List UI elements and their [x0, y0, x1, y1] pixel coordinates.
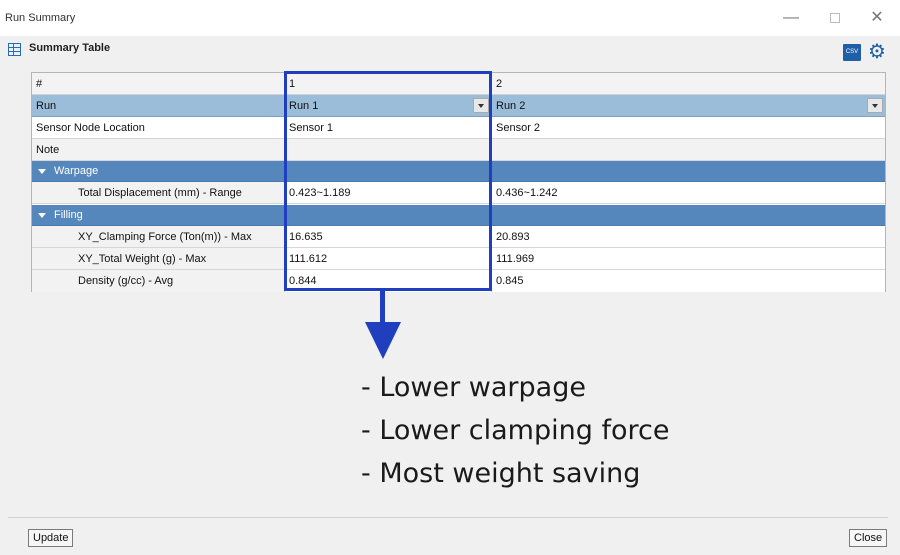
down-arrow-icon: [365, 322, 401, 359]
collapse-triangle-icon: [38, 212, 46, 218]
sensor-cell-2[interactable]: Sensor 2: [492, 117, 885, 138]
row-label: XY_Total Weight (g) - Max: [32, 248, 285, 269]
window-close-button[interactable]: ✕: [868, 9, 886, 27]
table-row: Density (g/cc) - Avg 0.844 0.845: [32, 270, 885, 292]
annotation-bullets: - Lower warpage - Lower clamping force -…: [361, 370, 669, 499]
note-cell-1[interactable]: [285, 139, 492, 160]
minimize-button[interactable]: —: [782, 9, 800, 27]
run-select-2[interactable]: Run 2: [492, 95, 885, 116]
run-select-2-value: Run 2: [496, 99, 526, 112]
row-label: Density (g/cc) - Avg: [32, 270, 285, 292]
sensor-row-label: Sensor Node Location: [32, 117, 285, 138]
table-icon: [8, 43, 21, 56]
sensor-row: Sensor Node Location Sensor 1 Sensor 2: [32, 117, 885, 139]
summary-table-title: Summary Table: [29, 42, 111, 54]
note-row-label: Note: [32, 139, 285, 160]
bullet-item: - Lower warpage: [361, 372, 586, 403]
table-row: XY_Total Weight (g) - Max 111.612 111.96…: [32, 248, 885, 270]
bullet-item: - Lower clamping force: [361, 415, 670, 446]
header-label: #: [32, 73, 285, 94]
group-row-filling[interactable]: Filling: [32, 205, 885, 226]
value-cell-2[interactable]: 20.893: [492, 226, 885, 247]
bullet-item: - Most weight saving: [361, 458, 641, 489]
row-label: XY_Clamping Force (Ton(m)) - Max: [32, 226, 285, 247]
maximize-icon: [830, 13, 840, 23]
window-title: Run Summary: [5, 12, 76, 24]
value-cell-1[interactable]: 16.635: [285, 226, 492, 247]
run-select-1-value: Run 1: [289, 99, 319, 112]
chevron-down-icon[interactable]: [473, 98, 489, 113]
table-row: Total Displacement (mm) - Range 0.423~1.…: [32, 182, 885, 204]
run-row-label: Run: [32, 95, 285, 116]
value-cell-2[interactable]: 0.845: [492, 270, 885, 292]
gear-icon[interactable]: ⚙: [867, 42, 887, 62]
sensor-cell-1[interactable]: Sensor 1: [285, 117, 492, 138]
maximize-button[interactable]: [826, 9, 844, 27]
title-bar: Run Summary — ✕: [0, 0, 900, 36]
update-button[interactable]: Update: [28, 529, 74, 547]
run-row: Run Run 1 Run 2: [32, 95, 885, 117]
row-label: Total Displacement (mm) - Range: [32, 182, 285, 203]
group-toggle-warpage[interactable]: Warpage: [38, 161, 98, 181]
value-cell-1[interactable]: 0.423~1.189: [285, 182, 492, 203]
note-row: Note: [32, 139, 885, 161]
value-cell-2[interactable]: 111.969: [492, 248, 885, 269]
value-cell-1[interactable]: 0.844: [285, 270, 492, 292]
column-header-2[interactable]: 2: [492, 73, 885, 94]
table-row: XY_Clamping Force (Ton(m)) - Max 16.635 …: [32, 226, 885, 248]
collapse-triangle-icon: [38, 168, 46, 174]
note-cell-2[interactable]: [492, 139, 885, 160]
value-cell-1[interactable]: 111.612: [285, 248, 492, 269]
close-button[interactable]: Close: [849, 529, 888, 547]
summary-table: # 1 2 Run Run 1 Run 2 Sensor Node Locati…: [31, 72, 886, 292]
footer-divider: [8, 517, 888, 518]
table-header-row: # 1 2: [32, 73, 885, 95]
csv-export-button[interactable]: CSV: [843, 44, 861, 61]
run-select-1[interactable]: Run 1: [285, 95, 492, 116]
column-header-1[interactable]: 1: [285, 73, 492, 94]
group-row-warpage[interactable]: Warpage: [32, 161, 885, 182]
chevron-down-icon[interactable]: [867, 98, 883, 113]
group-label-warpage: Warpage: [54, 165, 99, 177]
value-cell-2[interactable]: 0.436~1.242: [492, 182, 885, 203]
group-toggle-filling[interactable]: Filling: [38, 205, 83, 225]
group-label-filling: Filling: [54, 209, 83, 221]
